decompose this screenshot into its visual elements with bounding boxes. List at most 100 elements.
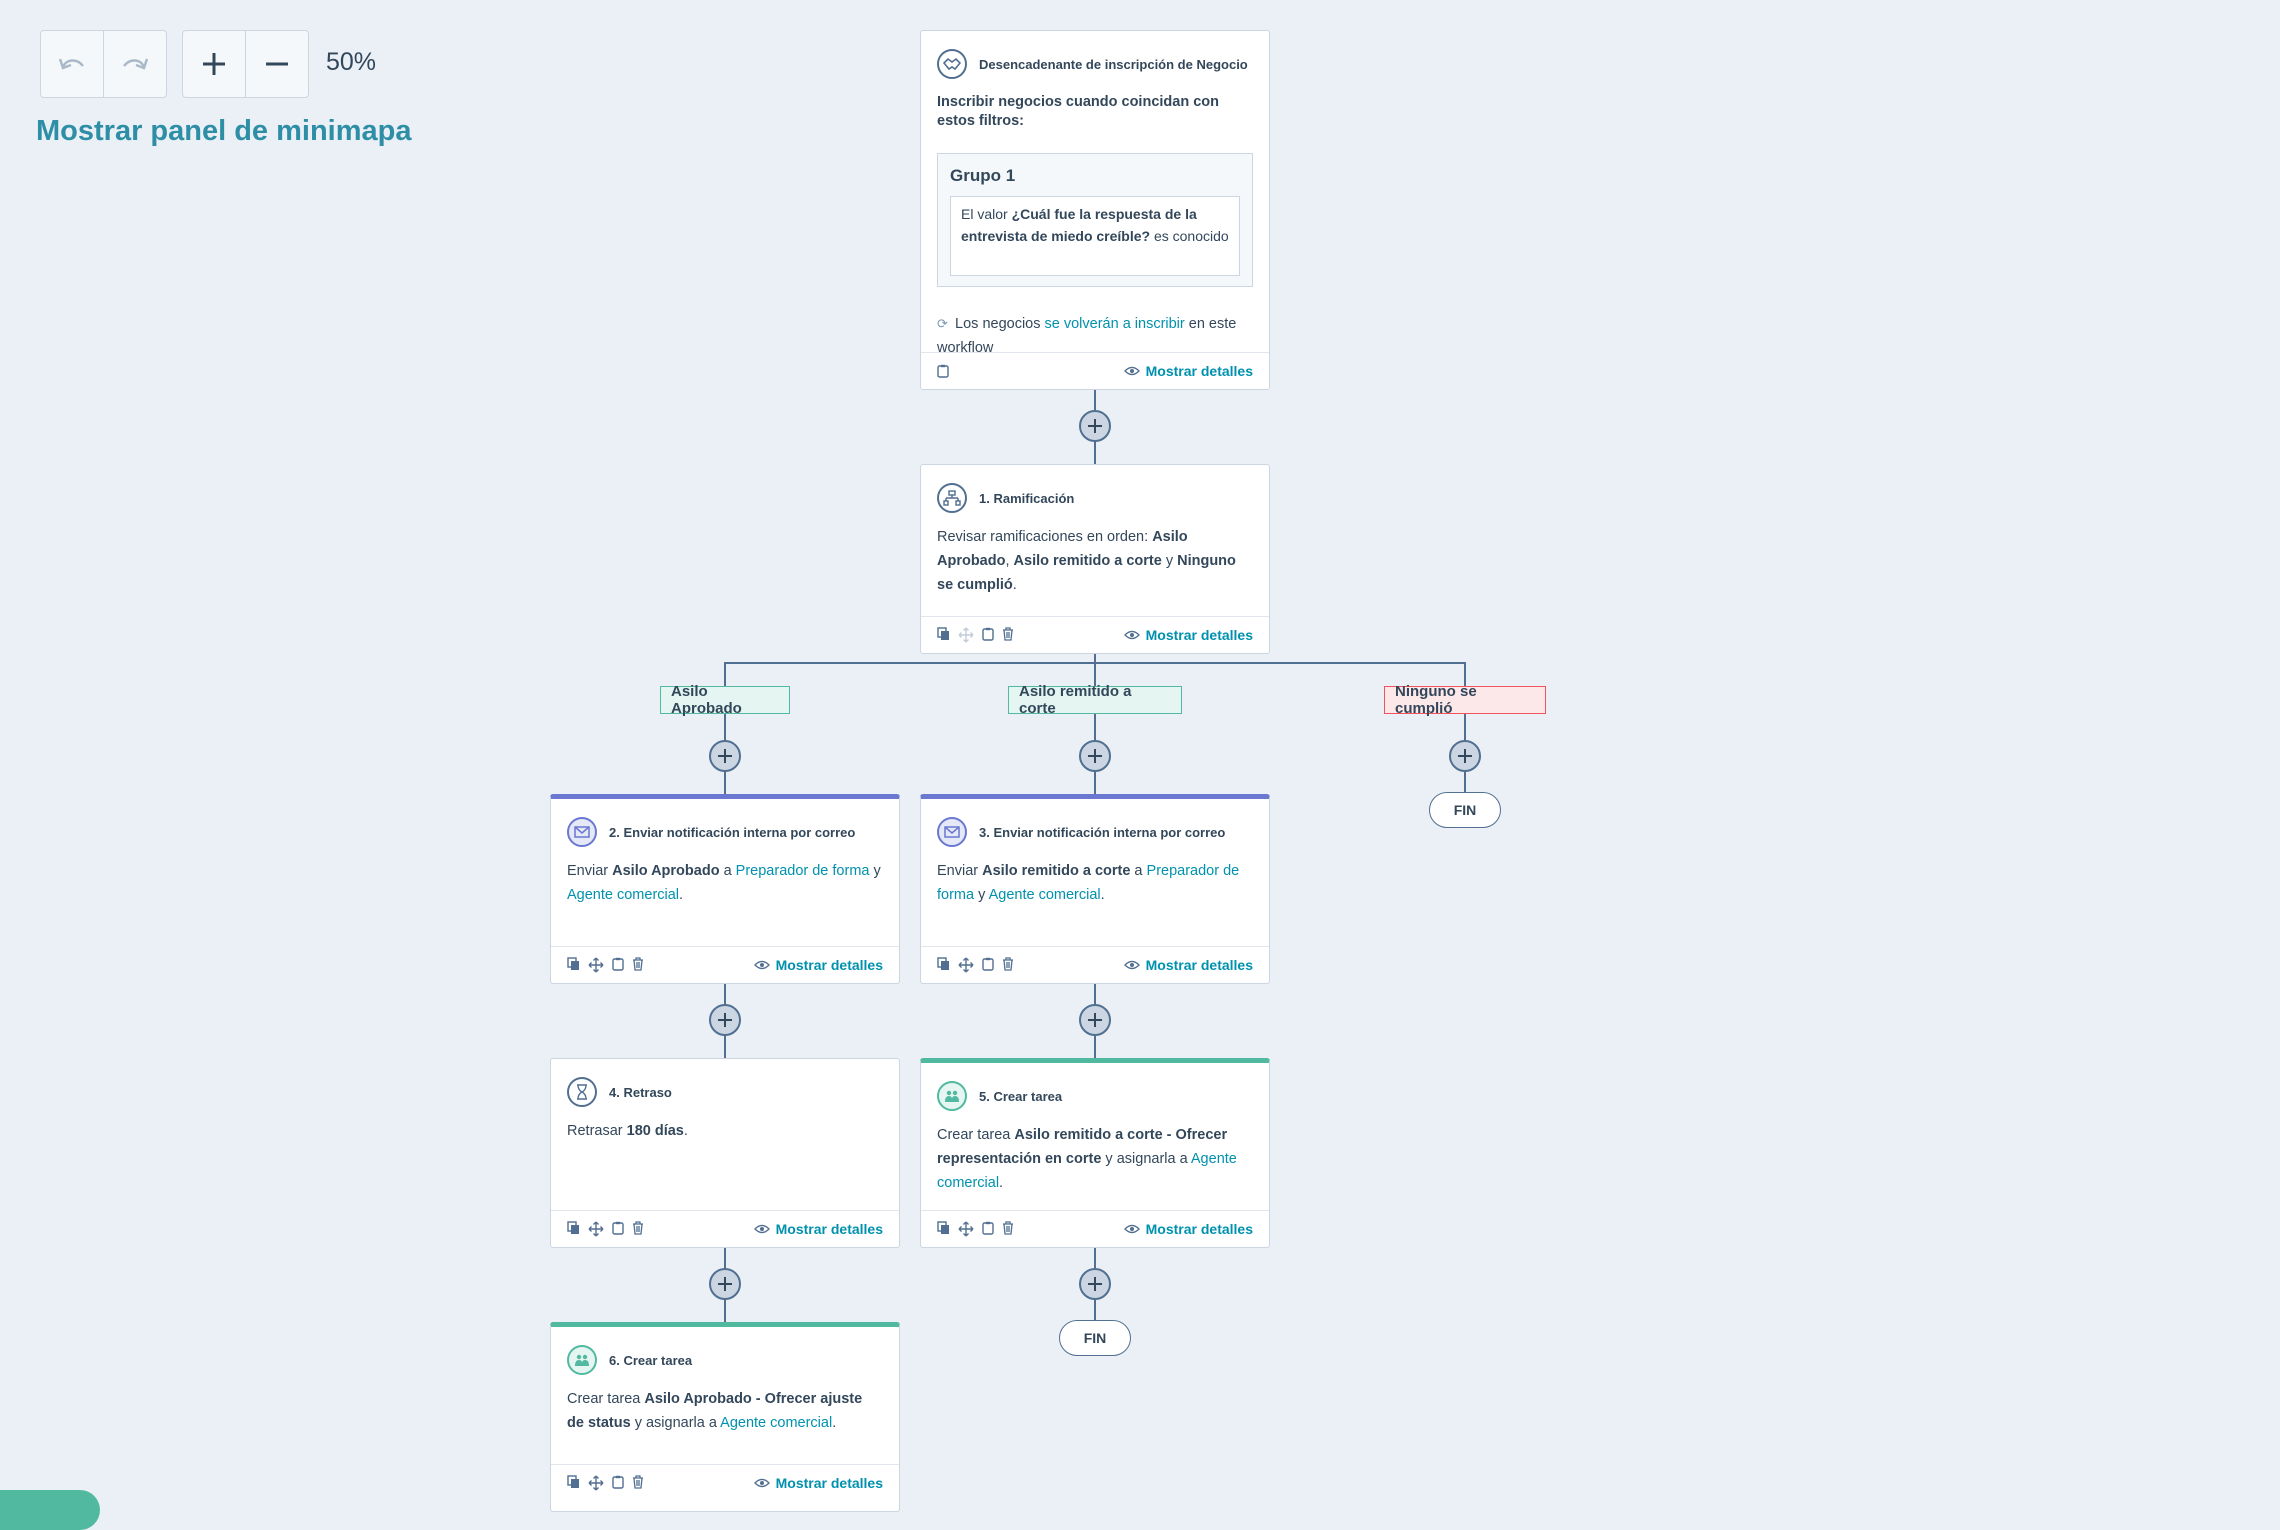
step-5-title: 5. Crear tarea [979, 1088, 1063, 1104]
clipboard-icon[interactable] [982, 627, 994, 641]
end-node: FIN [1059, 1320, 1131, 1356]
clipboard-icon[interactable] [937, 364, 949, 378]
zoom-out-button[interactable] [246, 31, 308, 97]
copy-icon[interactable] [937, 957, 950, 971]
recipient-link[interactable]: Agente comercial [989, 887, 1101, 903]
copy-icon[interactable] [567, 957, 580, 971]
step-6-description: Crear tarea Asilo Aprobado - Ofrecer aju… [567, 1391, 863, 1431]
hourglass-icon [567, 1077, 597, 1107]
move-icon[interactable] [958, 627, 974, 643]
move-icon[interactable] [958, 957, 974, 973]
copy-icon[interactable] [567, 1221, 580, 1235]
card-footer: Mostrar detalles [551, 1210, 899, 1247]
step-4-card[interactable]: 4. Retraso Retrasar 180 días. Mostrar de… [550, 1058, 900, 1248]
step-2-card[interactable]: 2. Enviar notificación interna por corre… [550, 794, 900, 984]
undo-redo-group [40, 30, 167, 98]
card-footer: Mostrar detalles [551, 1464, 899, 1501]
branch-connector-line [724, 662, 1466, 664]
connector-line [1464, 662, 1466, 792]
add-action-button[interactable] [709, 740, 741, 772]
copy-icon[interactable] [937, 627, 950, 641]
trigger-subtitle: Inscribir negocios cuando coincidan con … [937, 94, 1219, 129]
branch-label-court[interactable]: Asilo remitido a corte [1008, 683, 1182, 717]
step-3-header: 3. Enviar notificación interna por corre… [937, 817, 1225, 847]
task-icon [567, 1345, 597, 1375]
clipboard-icon[interactable] [612, 957, 624, 971]
add-action-button[interactable] [709, 1004, 741, 1036]
filter-condition: El valor ¿Cuál fue la respuesta de la en… [950, 196, 1240, 276]
show-details-link[interactable]: Mostrar detalles [1123, 363, 1253, 379]
clipboard-icon[interactable] [612, 1221, 624, 1235]
trash-icon[interactable] [1002, 1221, 1014, 1235]
redo-button[interactable] [104, 31, 166, 97]
zoom-in-button[interactable] [183, 31, 246, 97]
eye-icon [1123, 1224, 1140, 1234]
add-action-button[interactable] [1079, 410, 1111, 442]
branch-card[interactable]: 1. Ramificación Revisar ramificaciones e… [920, 464, 1270, 654]
card-footer: Mostrar detalles [921, 352, 1269, 389]
add-action-button[interactable] [1079, 1004, 1111, 1036]
assignee-link[interactable]: Agente comercial [720, 1415, 832, 1431]
step-6-title: 6. Crear tarea [609, 1352, 693, 1368]
card-footer: Mostrar detalles [921, 946, 1269, 983]
branch-description: Revisar ramificaciones en orden: Asilo A… [937, 529, 1236, 593]
connector-line [1094, 654, 1096, 686]
branch-label-none[interactable]: Ninguno se cumplió [1384, 683, 1546, 717]
trash-icon[interactable] [632, 1475, 644, 1489]
eye-icon [753, 960, 770, 970]
minus-icon [266, 62, 288, 66]
recipient-link[interactable]: Agente comercial [567, 887, 679, 903]
show-details-link[interactable]: Mostrar detalles [1123, 1221, 1253, 1237]
undo-button[interactable] [41, 31, 104, 97]
trash-icon[interactable] [632, 957, 644, 971]
zoom-level: 50% [326, 48, 377, 76]
branch-icon [937, 483, 967, 513]
add-action-button[interactable] [1079, 1268, 1111, 1300]
step-6-header: 6. Crear tarea [567, 1345, 692, 1375]
trash-icon[interactable] [1002, 627, 1014, 641]
clipboard-icon[interactable] [612, 1475, 624, 1489]
branch-label-approved[interactable]: Asilo Aprobado [660, 683, 790, 717]
branch-header: 1. Ramificación [937, 483, 1074, 513]
enrollment-trigger-card[interactable]: Desencadenante de inscripción de Negocio… [920, 30, 1270, 390]
copy-icon[interactable] [567, 1475, 580, 1489]
move-icon[interactable] [958, 1221, 974, 1237]
reenroll-link[interactable]: se volverán a inscribir [1045, 316, 1185, 332]
move-icon[interactable] [588, 1221, 604, 1237]
add-action-button[interactable] [1079, 740, 1111, 772]
recipient-link[interactable]: Preparador de forma [736, 863, 870, 879]
step-5-card[interactable]: 5. Crear tarea Crear tarea Asilo remitid… [920, 1058, 1270, 1248]
copy-icon[interactable] [937, 1221, 950, 1235]
step-4-header: 4. Retraso [567, 1077, 672, 1107]
eye-icon [1123, 366, 1140, 376]
add-action-button[interactable] [1449, 740, 1481, 772]
filter-group[interactable]: Grupo 1 El valor ¿Cuál fue la respuesta … [937, 153, 1253, 287]
show-details-link[interactable]: Mostrar detalles [753, 1475, 883, 1491]
zoom-group [182, 30, 309, 98]
show-details-link[interactable]: Mostrar detalles [1123, 957, 1253, 973]
help-widget-button[interactable] [0, 1490, 100, 1530]
trash-icon[interactable] [632, 1221, 644, 1235]
trash-icon[interactable] [1002, 957, 1014, 971]
step-3-title: 3. Enviar notificación interna por corre… [979, 824, 1226, 840]
show-minimap-link[interactable]: Mostrar panel de minimapa [36, 115, 412, 148]
step-6-card[interactable]: 6. Crear tarea Crear tarea Asilo Aprobad… [550, 1322, 900, 1512]
show-details-link[interactable]: Mostrar detalles [753, 1221, 883, 1237]
add-action-button[interactable] [709, 1268, 741, 1300]
card-footer: Mostrar detalles [551, 946, 899, 983]
clipboard-icon[interactable] [982, 957, 994, 971]
email-icon [567, 817, 597, 847]
step-3-card[interactable]: 3. Enviar notificación interna por corre… [920, 794, 1270, 984]
handshake-icon [937, 49, 967, 79]
end-node: FIN [1429, 792, 1501, 828]
eye-icon [1123, 630, 1140, 640]
move-icon[interactable] [588, 957, 604, 973]
email-icon [937, 817, 967, 847]
trigger-header: Desencadenante de inscripción de Negocio [937, 49, 1248, 79]
move-icon[interactable] [588, 1475, 604, 1491]
show-details-link[interactable]: Mostrar detalles [1123, 627, 1253, 643]
clipboard-icon[interactable] [982, 1221, 994, 1235]
undo-icon [58, 58, 84, 70]
show-details-link[interactable]: Mostrar detalles [753, 957, 883, 973]
card-footer: Mostrar detalles [921, 1210, 1269, 1247]
